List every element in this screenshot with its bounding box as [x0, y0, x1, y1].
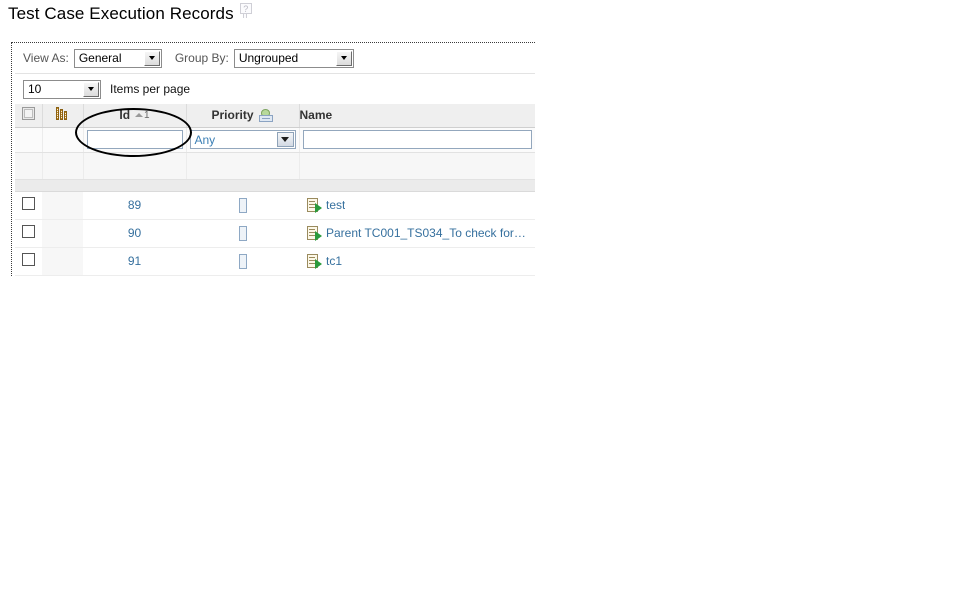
view-toolbar: View As: General Group By: Ungrouped	[15, 43, 535, 74]
grid-separator-band	[15, 179, 535, 192]
priority-filter-select[interactable]: Any	[189, 130, 296, 149]
group-by-label: Group By:	[174, 51, 229, 65]
column-header-id[interactable]: Id 1	[83, 104, 187, 128]
items-per-page-select[interactable]: 10	[23, 79, 101, 99]
row-name-cell[interactable]: Parent TC001_TS034_To check for…	[299, 219, 535, 248]
group-by-select[interactable]: Ungrouped	[233, 48, 354, 68]
column-header-id-label: Id	[119, 108, 131, 123]
row-name-wrapper: Parent TC001_TS034_To check for…	[306, 225, 535, 241]
missing-glyph-box-icon	[238, 197, 247, 213]
column-header-select-all[interactable]	[15, 104, 43, 128]
sort-ascending-icon: 1	[135, 110, 150, 121]
group-by-value: Ungrouped	[238, 51, 299, 65]
row-name-wrapper: tc1	[306, 253, 535, 269]
row-id-link[interactable]: 89	[128, 198, 141, 212]
filter-cell-id	[83, 127, 187, 153]
row-select-cell[interactable]	[15, 247, 42, 276]
name-filter-input[interactable]	[302, 130, 532, 149]
column-header-name[interactable]: Name	[299, 104, 535, 128]
grid-separator-band-cell	[15, 179, 535, 192]
group-area-cell-priority	[186, 152, 300, 180]
row-name-cell[interactable]: tc1	[299, 247, 535, 276]
row-icon-cell	[42, 219, 83, 248]
help-icon-tail	[242, 14, 247, 18]
priority-filter-icon[interactable]	[258, 108, 274, 122]
records-table: Id 1 Priority Name Any 89 test 90 Parent…	[15, 104, 535, 276]
filter-row: Any	[15, 127, 535, 153]
view-as-value: General	[78, 51, 122, 65]
page-header: Test Case Execution Records ?	[8, 2, 254, 26]
sort-arrow-up-icon	[135, 113, 144, 118]
column-header-name-label: Name	[299, 108, 333, 123]
grid-panel: View As: General Group By: Ungrouped 10 …	[11, 42, 535, 276]
row-id-link[interactable]: 90	[128, 226, 141, 240]
row-priority-cell	[186, 191, 299, 220]
row-id-cell[interactable]: 90	[83, 219, 186, 248]
filter-cell-name	[299, 127, 535, 153]
missing-glyph-box-icon	[238, 225, 247, 241]
view-as-label: View As:	[23, 51, 69, 65]
column-header-column-chooser[interactable]	[42, 104, 84, 128]
row-icon-cell	[42, 191, 83, 220]
help-question-bubble-icon[interactable]: ?	[239, 3, 254, 19]
row-name-link[interactable]: Parent TC001_TS034_To check for…	[326, 226, 526, 240]
group-area-cell-check	[15, 152, 43, 180]
row-checkbox[interactable]	[22, 225, 35, 238]
view-as-chevron-down-icon[interactable]	[143, 50, 160, 66]
row-id-cell[interactable]: 91	[83, 247, 186, 276]
items-per-page-label: Items per page	[110, 82, 191, 96]
row-select-cell[interactable]	[15, 219, 42, 248]
row-name-link[interactable]: tc1	[326, 254, 342, 268]
items-per-page-value: 10	[28, 82, 42, 96]
filter-cell-check	[15, 127, 43, 153]
column-chooser-icon[interactable]	[55, 107, 70, 121]
column-header-priority-inner: Priority	[211, 108, 273, 122]
row-id-cell[interactable]: 89	[83, 191, 186, 220]
row-checkbox[interactable]	[22, 197, 35, 210]
table-row[interactable]: 90 Parent TC001_TS034_To check for…	[15, 219, 535, 248]
page-title: Test Case Execution Records	[8, 4, 234, 23]
row-checkbox[interactable]	[22, 253, 35, 266]
priority-filter-value: Any	[194, 132, 216, 147]
grid-panel-inner: View As: General Group By: Ungrouped 10 …	[15, 43, 535, 276]
missing-glyph-box-icon	[238, 253, 247, 269]
group-area-cell-name	[299, 152, 535, 180]
test-case-run-icon	[306, 225, 322, 241]
view-as-select[interactable]: General	[73, 48, 162, 68]
test-case-run-icon	[306, 253, 322, 269]
group-area-cell-id	[83, 152, 187, 180]
row-name-link[interactable]: test	[326, 198, 345, 212]
row-name-wrapper: test	[306, 197, 535, 213]
priority-filter-chevron-down-icon[interactable]	[276, 132, 294, 147]
row-priority-cell	[186, 219, 299, 248]
group-by-chevron-down-icon[interactable]	[335, 50, 352, 66]
row-name-cell[interactable]: test	[299, 191, 535, 220]
sort-order-number: 1	[144, 109, 150, 121]
paging-toolbar: 10 Items per page	[15, 74, 535, 104]
row-icon-cell	[42, 247, 83, 276]
select-all-checkbox-icon[interactable]	[21, 107, 35, 121]
column-header-priority-label: Priority	[211, 108, 254, 123]
row-select-cell[interactable]	[15, 191, 42, 220]
column-header-priority[interactable]: Priority	[186, 104, 300, 128]
row-priority-cell	[186, 247, 299, 276]
filter-cell-priority: Any	[186, 127, 300, 153]
table-row[interactable]: 89 test	[15, 191, 535, 220]
test-case-run-icon	[306, 197, 322, 213]
column-header-id-inner: Id 1	[119, 108, 149, 122]
row-id-link[interactable]: 91	[128, 254, 141, 268]
table-row[interactable]: 91 tc1	[15, 247, 535, 276]
items-per-page-chevron-down-icon[interactable]	[83, 81, 99, 97]
help-icon-bubble: ?	[239, 3, 252, 14]
group-area-cell-icon	[42, 152, 84, 180]
id-filter-input[interactable]	[86, 130, 183, 149]
group-area-row	[15, 152, 535, 180]
filter-cell-icon	[42, 127, 84, 153]
table-header-row: Id 1 Priority Name	[15, 104, 535, 128]
